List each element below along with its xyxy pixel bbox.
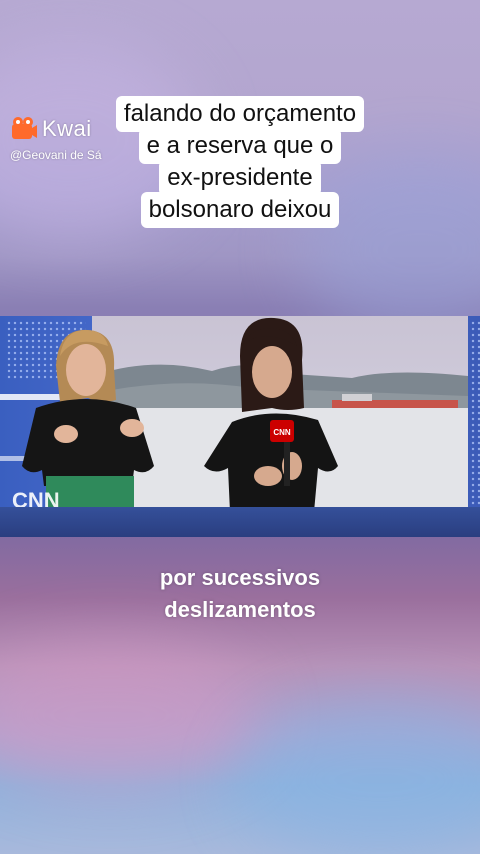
subtitle: por sucessivos deslizamentos [0,562,480,626]
bg-glow-bottom [0,640,260,790]
caption-line: falando do orçamento [115,96,365,132]
subtitle-line: deslizamentos [164,597,316,622]
caption-line: ex-presidente [159,160,321,196]
kwai-app-name: Kwai [42,116,92,141]
top-caption: falando do orçamento e a reserva que o e… [91,96,389,228]
caption-line: e a reserva que o [138,128,342,164]
app-screen: Kwai @Geovani de Sá falando do orçamento… [0,0,480,854]
studio-floor [0,507,480,537]
anchor-figure: CNN [0,329,154,537]
kwai-logo-icon [12,117,37,139]
kwai-user-handle: @Geovani de Sá [10,148,102,162]
caption-line: bolsonaro deixou [140,192,340,228]
video-player[interactable]: CNN CNN [0,316,480,537]
subtitle-line: por sucessivos [159,565,321,590]
bg-glow-bottom-right [240,700,480,854]
